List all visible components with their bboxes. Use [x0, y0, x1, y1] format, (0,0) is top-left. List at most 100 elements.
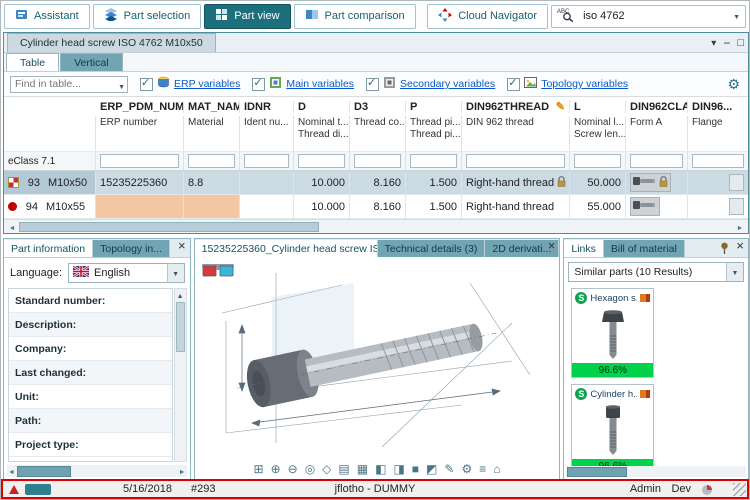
- top-view-icon[interactable]: [357, 462, 368, 476]
- col-header-din962thread[interactable]: DIN962THREAD: [462, 100, 570, 113]
- col-header-erp-pdm-number[interactable]: ERP_PDM_NUMBER: [96, 100, 184, 113]
- iso-view-icon[interactable]: [375, 462, 386, 476]
- main-variables-checkbox[interactable]: [252, 76, 266, 91]
- topology-variables-toggle[interactable]: Topology variables: [507, 76, 628, 92]
- resize-grip[interactable]: [733, 483, 746, 496]
- zoom-out-icon[interactable]: [288, 462, 298, 476]
- cell-d[interactable]: 10.000: [294, 195, 350, 218]
- tab-cloud-navigator[interactable]: Cloud Navigator: [427, 3, 549, 29]
- menu-icon[interactable]: [479, 462, 486, 476]
- browse-button[interactable]: [729, 174, 744, 191]
- erp-variables-link[interactable]: ERP variables: [174, 78, 240, 90]
- eclass-row-label[interactable]: eClass 7.1: [4, 152, 96, 170]
- zoom-fit-icon[interactable]: [254, 462, 264, 476]
- close-icon[interactable]: [548, 241, 556, 253]
- viewport-settings-icon[interactable]: [461, 462, 472, 476]
- rotate-icon[interactable]: [305, 462, 315, 476]
- document-tab[interactable]: Cylinder head screw ISO 4762 M10x50: [7, 33, 216, 52]
- erp-variables-toggle[interactable]: ERP variables: [140, 76, 240, 92]
- fields-vertical-scrollbar[interactable]: [173, 288, 187, 462]
- field-project-type[interactable]: Project type:: [9, 433, 172, 457]
- column-filter-input[interactable]: [574, 154, 621, 168]
- column-filter-input[interactable]: [466, 154, 565, 168]
- shaded-view-icon[interactable]: [412, 462, 419, 476]
- edit-pencil-icon[interactable]: [556, 100, 565, 113]
- column-filter-input[interactable]: [630, 154, 683, 168]
- status-connection-icon[interactable]: [701, 484, 713, 499]
- scroll-up-icon[interactable]: [175, 289, 186, 301]
- column-filter-input[interactable]: [410, 154, 457, 168]
- cell-idnr[interactable]: [240, 195, 294, 218]
- scrollbar-thumb[interactable]: [19, 221, 319, 232]
- col-header-d3[interactable]: D3: [350, 100, 406, 113]
- cell-din962class[interactable]: [626, 195, 688, 218]
- search-input[interactable]: [581, 9, 728, 23]
- scroll-left-icon[interactable]: [5, 221, 19, 233]
- row-label-cell[interactable]: 94 M10x55: [4, 195, 96, 218]
- tab-vertical-view[interactable]: Vertical: [60, 53, 123, 71]
- find-in-table-input[interactable]: [10, 75, 128, 93]
- cell-d3[interactable]: 8.160: [350, 171, 406, 194]
- cell-mat-name[interactable]: [184, 195, 240, 218]
- column-filter-input[interactable]: [298, 154, 345, 168]
- table-horizontal-scrollbar[interactable]: [4, 219, 748, 233]
- main-variables-toggle[interactable]: Main variables: [252, 76, 354, 92]
- scroll-right-icon[interactable]: [179, 465, 186, 477]
- row-label-cell[interactable]: 93 M10x50: [4, 171, 96, 194]
- tab-assistant[interactable]: Assistant: [4, 3, 90, 29]
- cell-din962thread[interactable]: Right-hand thread: [462, 171, 570, 194]
- measure-icon[interactable]: [444, 462, 454, 476]
- part-search-box[interactable]: ABC: [551, 4, 746, 28]
- language-select[interactable]: English: [68, 263, 185, 283]
- table-settings[interactable]: [727, 76, 742, 93]
- col-header-din96[interactable]: DIN96...: [688, 101, 748, 113]
- scroll-left-icon[interactable]: [8, 465, 15, 477]
- table-row[interactable]: 93 M10x50 15235225360 8.8 10.000 8.160 1…: [4, 171, 748, 195]
- find-dropdown-icon[interactable]: [118, 80, 125, 92]
- status-warning-icon[interactable]: [9, 485, 19, 494]
- dropdown-button[interactable]: [726, 263, 743, 281]
- tab-part-comparison[interactable]: Part comparison: [293, 3, 416, 29]
- pin-icon[interactable]: [720, 242, 729, 257]
- language-dropdown-button[interactable]: [166, 264, 184, 282]
- close-icon[interactable]: [178, 241, 186, 253]
- column-filter-input[interactable]: [100, 154, 179, 168]
- cell-mat-name[interactable]: 8.8: [184, 171, 240, 194]
- cell-din96[interactable]: [688, 195, 748, 218]
- cell-l[interactable]: 55.000: [570, 195, 626, 218]
- screw-3d-drawing[interactable]: [212, 265, 542, 453]
- tab-table-view[interactable]: Table: [6, 53, 60, 71]
- col-header-p[interactable]: P: [406, 100, 462, 113]
- similar-parts-select[interactable]: Similar parts (10 Results): [568, 262, 744, 282]
- front-view-icon[interactable]: [338, 462, 349, 476]
- cell-din96[interactable]: [688, 171, 748, 194]
- col-header-idnr[interactable]: IDNR: [240, 100, 294, 113]
- column-filter-input[interactable]: [692, 154, 744, 168]
- scrollbar-thumb[interactable]: [16, 465, 71, 477]
- pan-icon[interactable]: [322, 462, 331, 476]
- browse-button[interactable]: [729, 198, 744, 215]
- field-company[interactable]: Company:: [9, 337, 172, 361]
- secondary-variables-toggle[interactable]: Secondary variables: [366, 76, 495, 92]
- main-variables-link[interactable]: Main variables: [286, 78, 354, 90]
- preview-3d-viewport[interactable]: [194, 257, 560, 479]
- restore-icon[interactable]: [737, 37, 744, 49]
- cell-erp-pdm-number[interactable]: 15235225360: [96, 171, 184, 194]
- chevron-down-icon[interactable]: [711, 37, 716, 49]
- secondary-variables-checkbox[interactable]: [366, 76, 380, 91]
- col-header-din962class[interactable]: DIN962CLASS: [626, 100, 688, 113]
- cell-erp-pdm-number[interactable]: [96, 195, 184, 218]
- field-path[interactable]: Path:: [9, 409, 172, 433]
- topology-variables-checkbox[interactable]: [507, 76, 521, 91]
- tab-part-information[interactable]: Part information: [4, 240, 94, 257]
- section-icon[interactable]: [426, 462, 437, 476]
- minimize-icon[interactable]: [723, 36, 730, 50]
- cell-d3[interactable]: 8.160: [350, 195, 406, 218]
- col-header-mat-name[interactable]: MAT_NAME: [184, 100, 240, 113]
- close-icon[interactable]: [736, 241, 744, 253]
- table-row[interactable]: 94 M10x55 10.000 8.160 1.500 Right-hand …: [4, 195, 748, 219]
- similar-part-card[interactable]: S Cylinder h... 96.6%: [571, 384, 655, 474]
- zoom-in-icon[interactable]: [271, 462, 281, 476]
- topology-variables-link[interactable]: Topology variables: [541, 78, 628, 90]
- scroll-right-icon[interactable]: [733, 221, 747, 233]
